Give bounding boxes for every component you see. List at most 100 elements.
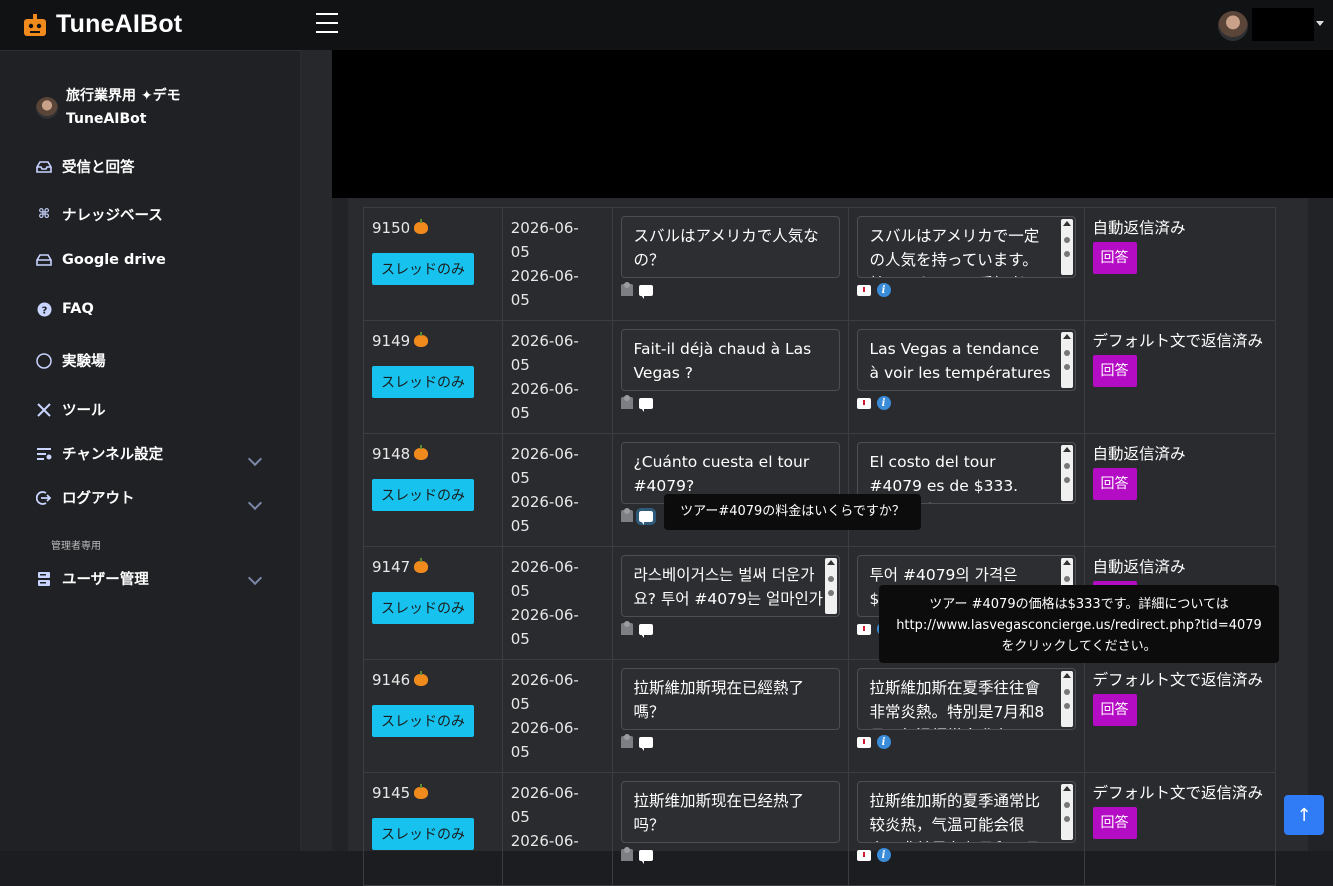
alert-chat-icon[interactable] — [856, 849, 871, 861]
scrollbar[interactable] — [1060, 219, 1073, 275]
translate-chat-icon[interactable] — [638, 623, 653, 638]
answer-textarea[interactable]: 拉斯維加斯在夏季往往會非常炎熱。特別是7月和8月，氣溫經常會升高 — [856, 668, 1076, 730]
thread-only-button[interactable]: スレッドのみ — [372, 818, 474, 850]
received-date: 2026-06- 05 — [510, 219, 579, 261]
scrollbar[interactable] — [1060, 784, 1073, 840]
workspace-avatar — [36, 97, 58, 119]
sidebar: 旅行業界用 ✦デモ TuneAIBot 受信と回答 ⌘ ナレッジベース Goog… — [0, 50, 301, 851]
question-textarea[interactable]: スバルはアメリカで人気なの？ — [620, 216, 840, 278]
sidebar-item-tools[interactable]: ツール — [36, 399, 106, 420]
answer-textarea[interactable]: 拉斯维加斯的夏季通常比较炎热，气温可能会很高，尤其是在七月和八月 — [856, 781, 1076, 843]
info-icon[interactable]: i — [876, 396, 891, 410]
date-cell: 2026-06- 05 2026-06- 05 — [501, 207, 613, 321]
workspace-header[interactable]: 旅行業界用 ✦デモ TuneAIBot — [36, 85, 181, 131]
translate-chat-icon[interactable] — [635, 507, 656, 525]
brand[interactable]: TuneAIBot — [22, 10, 182, 39]
user-name-redacted[interactable] — [1252, 8, 1314, 41]
sidebar-item-playground[interactable]: 実験場 — [36, 350, 106, 371]
answer-cell: 拉斯维加斯的夏季通常比较炎热，气温可能会很高，尤其是在七月和八月 i — [847, 772, 1085, 886]
question-cell: Fait-il déjà chaud à Las Vegas ? — [611, 320, 849, 434]
tools-icon — [36, 402, 52, 418]
answer-cell: Las Vegas a tendance à voir les températ… — [847, 320, 1085, 434]
chevron-down-icon[interactable] — [247, 495, 263, 511]
reply-button[interactable]: 回答 — [1092, 468, 1137, 500]
id-cell: 9148 スレッドのみ — [363, 433, 503, 547]
date-cell: 2026-06- 05 2026-06- 05 — [501, 659, 613, 773]
thread-only-button[interactable]: スレッドのみ — [372, 705, 474, 737]
info-icon[interactable]: i — [876, 283, 891, 297]
pumpkin-icon — [414, 558, 429, 573]
alert-chat-icon[interactable] — [856, 736, 871, 748]
message-id: 9145 — [372, 784, 411, 802]
question-textarea[interactable]: 라스베이거스는 벌써 더운가요? 투어 #4079는 얼마인가요? — [620, 555, 840, 617]
sidebar-item-logout[interactable]: ログアウト — [36, 487, 135, 508]
table-row: 9149 スレッドのみ 2026-06- 05 2026-06- 05 Fait-i… — [363, 320, 1277, 434]
sidebar-item-user-management[interactable]: ユーザー管理 — [36, 568, 149, 589]
question-textarea[interactable]: Fait-il déjà chaud à Las Vegas ? — [620, 329, 840, 391]
id-cell: 9146 スレッドのみ — [363, 659, 503, 773]
id-cell: 9145 スレッドのみ — [363, 772, 503, 886]
question-icon: ? — [36, 301, 52, 317]
info-icon[interactable]: i — [876, 735, 891, 749]
reply-button[interactable]: 回答 — [1092, 807, 1137, 839]
users-icon — [36, 571, 52, 587]
status-text: 自動返信済み — [1092, 558, 1186, 576]
sidebar-item-label: Google drive — [62, 252, 166, 268]
alert-chat-icon[interactable] — [856, 284, 871, 296]
chevron-down-icon[interactable] — [247, 570, 263, 586]
alert-chat-icon[interactable] — [856, 623, 871, 635]
user-dropdown-caret-icon[interactable] — [1316, 21, 1324, 26]
translate-chat-icon[interactable] — [638, 397, 653, 412]
received-date: 2026-06- 05 — [510, 558, 579, 600]
answer-textarea[interactable]: スバルはアメリカで一定の人気を持っています。特にアウトドア愛好者 — [856, 216, 1076, 278]
question-cell: 라스베이거스는 벌써 더운가요? 투어 #4079는 얼마인가요? — [611, 546, 849, 660]
question-textarea[interactable]: 拉斯维加斯现在已经热了吗？ — [620, 781, 840, 843]
user-icon — [620, 282, 633, 296]
thread-only-button[interactable]: スレッドのみ — [372, 592, 474, 624]
scrollbar[interactable] — [824, 558, 837, 614]
sidebar-item-channel-settings[interactable]: チャンネル設定 — [36, 443, 163, 464]
sidebar-item-knowledge-base[interactable]: ⌘ ナレッジベース — [36, 204, 163, 225]
command-icon: ⌘ — [37, 207, 51, 222]
scrollbar[interactable] — [1060, 332, 1073, 388]
question-textarea[interactable]: 拉斯維加斯現在已經熱了嗎？ — [620, 668, 840, 730]
sidebar-item-label: 受信と回答 — [62, 160, 135, 176]
sidebar-item-google-drive[interactable]: Google drive — [36, 252, 166, 268]
date-cell: 2026-06- 05 2026-06- 05 — [501, 546, 613, 660]
drive-icon — [36, 252, 52, 268]
reply-button[interactable]: 回答 — [1092, 355, 1137, 387]
id-cell: 9150 スレッドのみ — [363, 207, 503, 321]
scrollbar[interactable] — [1060, 671, 1073, 727]
thread-only-button[interactable]: スレッドのみ — [372, 253, 474, 285]
answer-textarea[interactable]: Las Vegas a tendance à voir les températ… — [856, 329, 1076, 391]
scroll-to-top-button[interactable]: ↑ — [1284, 795, 1324, 835]
user-avatar[interactable] — [1218, 11, 1248, 41]
status-text: デフォルト文で返信済み — [1092, 784, 1264, 802]
logout-icon — [36, 490, 52, 506]
info-icon[interactable]: i — [876, 848, 891, 862]
reply-button[interactable]: 回答 — [1092, 694, 1137, 726]
robot-logo-icon — [24, 13, 46, 36]
reply-button[interactable]: 回答 — [1092, 242, 1137, 274]
alert-chat-icon[interactable] — [856, 397, 871, 409]
messages-table: 9150 スレッドのみ 2026-06- 05 2026-06- 05 スバルはアメ… — [363, 207, 1277, 886]
sidebar-item-faq[interactable]: ? FAQ — [36, 301, 94, 317]
thread-only-button[interactable]: スレッドのみ — [372, 366, 474, 398]
sidebar-item-inbox[interactable]: 受信と回答 — [36, 156, 135, 177]
user-icon — [620, 621, 633, 635]
scrollbar[interactable] — [1060, 445, 1073, 501]
translate-chat-icon[interactable] — [638, 736, 653, 751]
question-cell: 拉斯维加斯现在已经热了吗？ — [611, 772, 849, 886]
admin-section-heading: 管理者専用 — [51, 541, 101, 552]
chevron-down-icon[interactable] — [247, 451, 263, 467]
message-id: 9146 — [372, 671, 411, 689]
pumpkin-icon — [414, 784, 429, 799]
menu-toggle-icon[interactable] — [316, 13, 338, 33]
status-text: 自動返信済み — [1092, 445, 1186, 463]
answer-cell: スバルはアメリカで一定の人気を持っています。特にアウトドア愛好者 i — [847, 207, 1085, 321]
translate-chat-icon[interactable] — [638, 284, 653, 299]
question-cell: スバルはアメリカで人気なの？ — [611, 207, 849, 321]
thread-only-button[interactable]: スレッドのみ — [372, 479, 474, 511]
brand-name: TuneAIBot — [56, 10, 183, 38]
translate-chat-icon[interactable] — [638, 849, 653, 864]
